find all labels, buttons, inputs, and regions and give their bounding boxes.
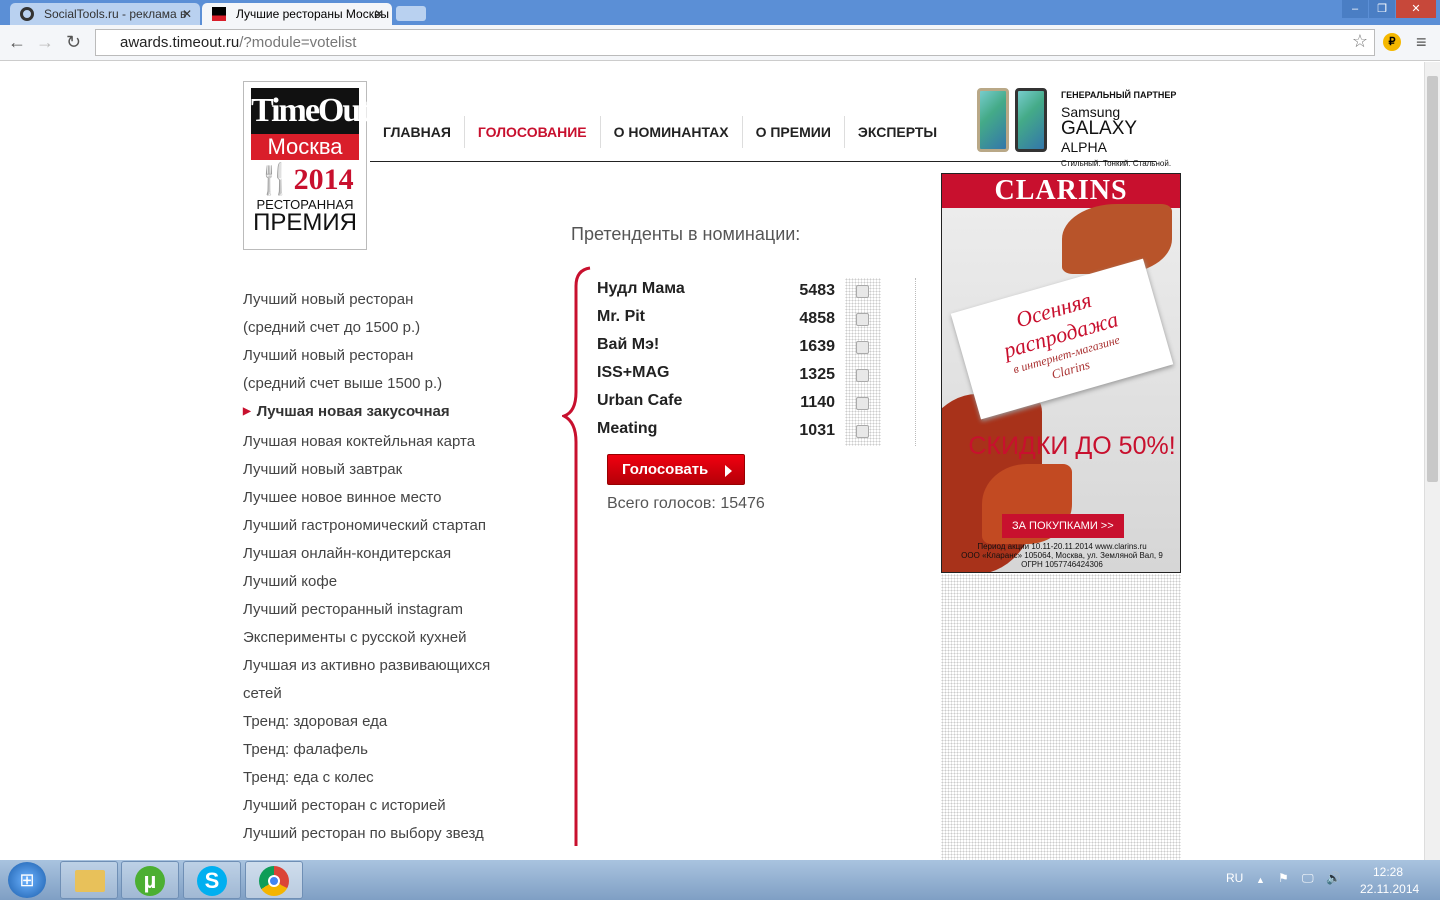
scrollbar[interactable] <box>1424 62 1440 860</box>
category-item[interactable]: (средний счет выше 1500 р.) <box>243 370 490 398</box>
nominee-row: Meating 1031 <box>597 420 835 439</box>
vote-checkbox[interactable] <box>856 397 869 410</box>
nominee-row: Urban Cafe 1140 <box>597 392 835 411</box>
category-item[interactable]: Лучшее новое винное место <box>243 484 490 512</box>
vote-checkbox[interactable] <box>856 285 869 298</box>
nominee-row: ISS+MAG 1325 <box>597 364 835 383</box>
extension-icon[interactable]: ₽ <box>1383 33 1401 51</box>
minimize-button[interactable]: ‒ <box>1342 0 1368 18</box>
category-item[interactable]: Тренд: фалафель <box>243 736 490 764</box>
shop-button[interactable]: ЗА ПОКУПКАМИ >> <box>1002 514 1124 538</box>
forward-icon[interactable]: → <box>36 32 54 53</box>
volume-icon[interactable]: 🔊 <box>1326 871 1341 885</box>
reload-icon[interactable]: ↻ <box>66 32 81 53</box>
sale-tag: Осенняя распродажа в интернет-магазине C… <box>950 258 1174 420</box>
close-window-button[interactable]: ✕ <box>1396 0 1436 18</box>
skype-taskbar-icon[interactable]: S <box>183 861 241 899</box>
nominee-list: Нудл Мама 5483 Mr. Pit 4858 Вай Мэ! 1639 IS… <box>597 278 847 446</box>
vote-checkbox[interactable] <box>856 425 869 438</box>
category-item[interactable]: (средний счет до 1500 р.) <box>243 314 490 342</box>
maximize-button[interactable]: ❐ <box>1369 0 1395 18</box>
menu-icon[interactable]: ≡ <box>1416 32 1427 53</box>
close-tab-icon[interactable]: ✕ <box>374 7 384 21</box>
vote-checkbox[interactable] <box>856 369 869 382</box>
category-item[interactable]: Лучший ресторанный instagram <box>243 596 490 624</box>
nominee-row: Нудл Мама 5483 <box>597 280 835 299</box>
vote-checkbox[interactable] <box>856 341 869 354</box>
category-item[interactable]: Лучший новый ресторан <box>243 286 490 314</box>
category-item[interactable]: Лучший кофе <box>243 568 490 596</box>
category-item-active[interactable]: Лучшая новая закусочная <box>243 398 490 428</box>
star-icon[interactable]: ☆ <box>1352 31 1368 52</box>
brace-decoration <box>562 266 591 846</box>
category-item[interactable]: Лучший ресторан по выбору звезд <box>243 820 490 848</box>
category-item[interactable]: Лучшая онлайн-кондитерская <box>243 540 490 568</box>
nav-home[interactable]: ГЛАВНАЯ <box>370 115 465 148</box>
clock-date[interactable]: 22.11.2014 <box>1360 882 1419 896</box>
utorrent-taskbar-icon[interactable]: µ <box>121 861 179 899</box>
nav-experts[interactable]: ЭКСПЕРТЫ <box>845 116 950 148</box>
new-tab-button[interactable] <box>396 6 426 21</box>
socialtools-favicon-icon <box>20 7 34 21</box>
nominee-row: Вай Мэ! 1639 <box>597 336 835 355</box>
clock-time[interactable]: 12:28 <box>1373 865 1403 879</box>
partner-block[interactable]: ГЕНЕРАЛЬНЫЙ ПАРТНЕР Samsung GALAXY ALPHA… <box>1061 90 1186 168</box>
network-icon[interactable]: 🖵 <box>1302 871 1314 886</box>
timeout-logo[interactable]: TimeOut Москва 🍴2014 РЕСТОРАННАЯ ПРЕМИЯ <box>243 81 371 250</box>
nominee-row: Mr. Pit 4858 <box>597 308 835 327</box>
tab-restaurants[interactable]: Лучшие рестораны Москвы ✕ <box>202 3 392 25</box>
total-votes: Всего голосов: 15476 <box>607 495 765 512</box>
tab-strip: SocialTools.ru - реклама в ✕ Лучшие ресто… <box>0 0 1440 25</box>
vote-button[interactable]: Голосовать <box>607 454 745 485</box>
action-center-flag-icon[interactable]: ⚑ <box>1278 871 1289 885</box>
clarins-ad[interactable]: CLARINS Осенняя распродажа в интернет-ма… <box>941 173 1181 573</box>
checkbox-column <box>845 278 881 446</box>
scrollbar-thumb[interactable] <box>1427 76 1438 482</box>
nav-nominees[interactable]: О НОМИНАНТАХ <box>601 115 743 148</box>
category-item[interactable]: Эксперименты с русской кухней <box>243 624 490 652</box>
chrome-taskbar-icon[interactable] <box>245 861 303 899</box>
nav-voting[interactable]: ГОЛОСОВАНИЕ <box>465 115 601 148</box>
browser-toolbar: ← → ↻ awards.timeout.ru/?module=votelist… <box>0 25 1440 61</box>
timeout-favicon-icon <box>212 7 226 21</box>
vote-checkbox[interactable] <box>856 313 869 326</box>
category-item[interactable]: Лучший новый завтрак <box>243 456 490 484</box>
category-item[interactable]: Лучший ресторан с историей <box>243 792 490 820</box>
category-list: Лучший новый ресторан (средний счет до 1… <box>243 286 490 848</box>
show-hidden-icons[interactable]: ▲ <box>1256 875 1265 885</box>
category-item[interactable]: Тренд: здоровая еда <box>243 708 490 736</box>
ad-fine-print: Период акции 10.11-20.11.2014 www.clarin… <box>961 542 1163 569</box>
category-item[interactable]: Лучший гастрономический стартап <box>243 512 490 540</box>
ad-placeholder <box>941 574 1181 860</box>
category-item[interactable]: Лучшая новая коктейльная карта <box>243 428 490 456</box>
samsung-phones-image[interactable] <box>977 86 1049 152</box>
category-item[interactable]: сетей <box>243 680 490 708</box>
nav-award[interactable]: О ПРЕМИИ <box>743 115 845 148</box>
address-bar[interactable]: awards.timeout.ru/?module=votelist ☆ <box>95 29 1375 56</box>
web-page: TimeOut Москва 🍴2014 РЕСТОРАННАЯ ПРЕМИЯ … <box>0 62 1424 860</box>
close-tab-icon[interactable]: ✕ <box>182 7 192 21</box>
divider <box>915 278 916 446</box>
start-button[interactable]: ⊞ <box>8 862 46 898</box>
category-item[interactable]: Тренд: еда с колес <box>243 764 490 792</box>
back-icon[interactable]: ← <box>8 32 26 53</box>
tab-socialtools[interactable]: SocialTools.ru - реклама в ✕ <box>10 3 200 25</box>
explorer-taskbar-icon[interactable] <box>60 861 118 899</box>
language-indicator[interactable]: RU <box>1226 871 1243 885</box>
nominees-heading: Претенденты в номинации: <box>571 224 801 244</box>
category-item[interactable]: Лучший новый ресторан <box>243 342 490 370</box>
taskbar: ⊞ µ S RU ▲ ⚑ 🖵 🔊 12:28 22.11.2014 <box>0 860 1440 900</box>
fork-knife-icon: 🍴2014 <box>256 163 354 196</box>
category-item[interactable]: Лучшая из активно развивающихся <box>243 652 490 680</box>
